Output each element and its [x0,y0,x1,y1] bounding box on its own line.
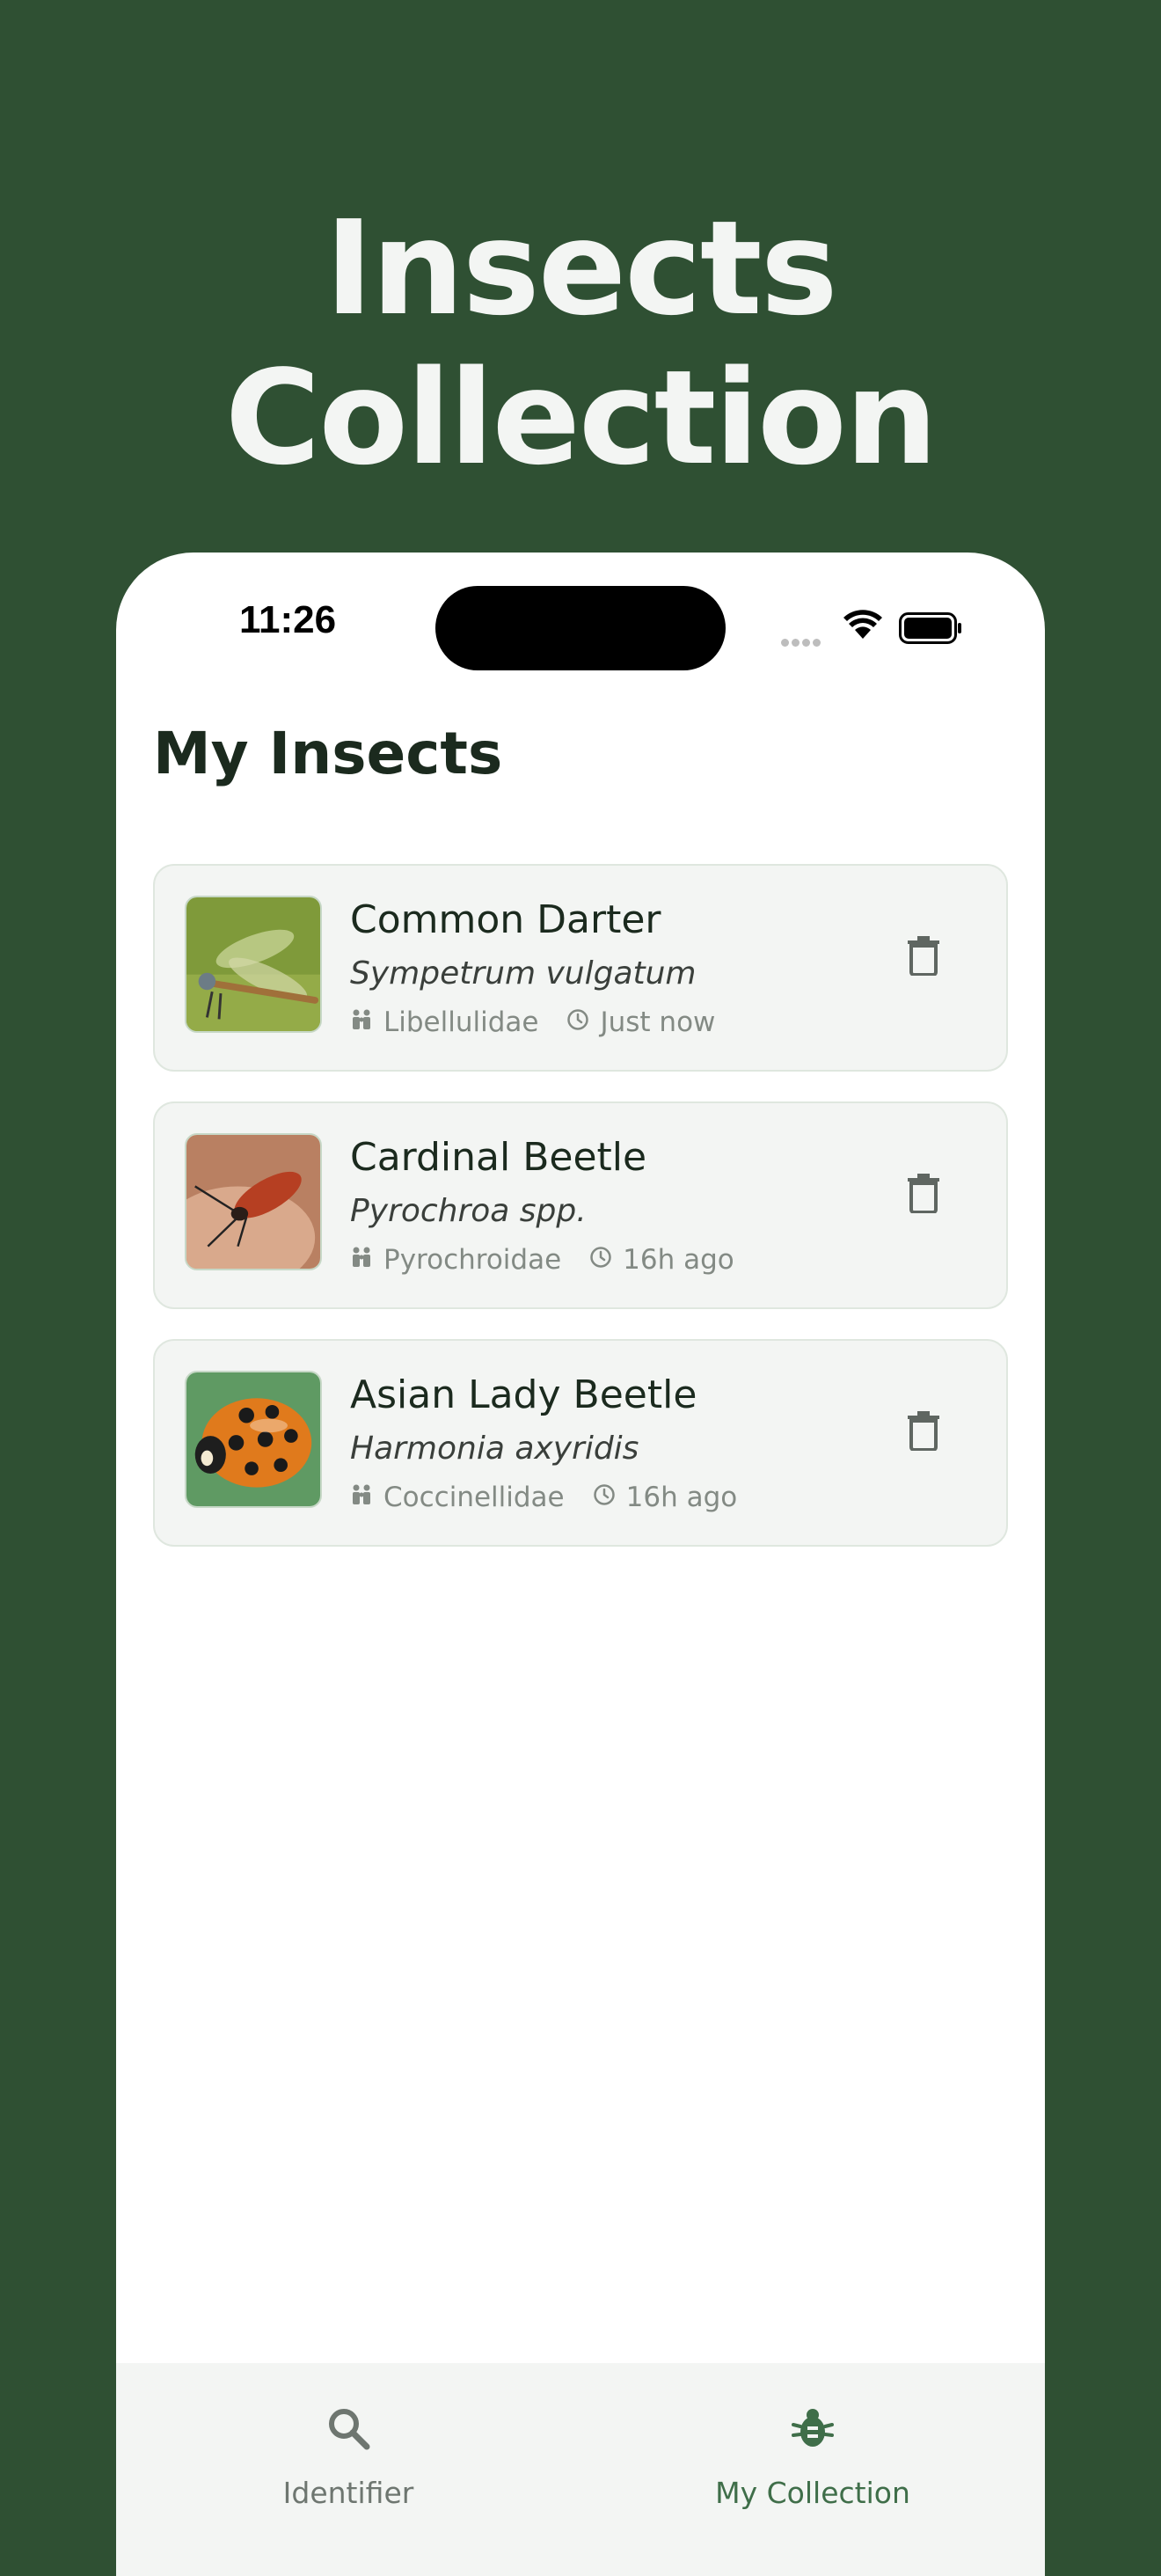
search-icon [325,2405,371,2455]
promo-title: Insects Collection [224,193,938,494]
insect-scientific-name: Harmonia axyridis [350,1431,639,1467]
insect-time: Just now [600,1006,716,1038]
insect-name: Asian Lady Beetle [350,1372,697,1417]
delete-button[interactable] [892,1161,955,1225]
tab-label: My Collection [715,2476,910,2510]
bug-icon [790,2405,836,2455]
family-icon [350,1006,373,1038]
insect-family: Libellulidae [383,1006,539,1038]
insect-family: Pyrochroidae [383,1244,562,1276]
clock-icon [566,1006,589,1038]
insect-scientific-name: Pyrochroa spp. [350,1193,587,1229]
insect-card[interactable]: Asian Lady Beetle Harmonia axyridis Cocc… [153,1339,1008,1547]
phone-frame: 11:26 My Insects Common Darter Sympetrum… [116,553,1045,2576]
page-title: My Insects [153,720,503,787]
insect-meta: Libellulidae Just now [350,1006,715,1038]
delete-button[interactable] [892,1399,955,1462]
family-icon [350,1482,373,1513]
clock-icon [589,1244,612,1276]
signal-icon [781,633,823,650]
insect-list: Common Darter Sympetrum vulgatum Libellu… [153,864,1008,1577]
delete-button[interactable] [892,924,955,987]
insect-meta: Coccinellidae 16h ago [350,1482,737,1513]
trash-icon [908,1411,939,1451]
tab-bar: Identifier My Collection [116,2363,1045,2576]
insect-time: 16h ago [623,1244,734,1276]
insect-card[interactable]: Cardinal Beetle Pyrochroa spp. Pyrochroi… [153,1101,1008,1309]
tab-label: Identifier [282,2476,414,2510]
tab-identifier[interactable]: Identifier [116,2363,580,2521]
insect-family: Coccinellidae [383,1482,565,1513]
trash-icon [908,936,939,976]
clock-icon [593,1482,616,1513]
insect-thumbnail [185,896,322,1033]
insect-meta: Pyrochroidae 16h ago [350,1244,734,1276]
insect-thumbnail [185,1371,322,1508]
insect-time: 16h ago [625,1482,738,1513]
status-time: 11:26 [239,598,337,641]
insect-thumbnail [185,1133,322,1270]
status-bar: 11:26 [116,553,1045,670]
insect-card[interactable]: Common Darter Sympetrum vulgatum Libellu… [153,864,1008,1072]
battery-icon [899,612,962,648]
insect-name: Common Darter [350,897,661,942]
insect-name: Cardinal Beetle [350,1135,647,1180]
dynamic-island [435,586,726,670]
tab-my-collection[interactable]: My Collection [580,2363,1045,2521]
wifi-icon [843,609,883,644]
insect-scientific-name: Sympetrum vulgatum [350,955,697,992]
family-icon [350,1244,373,1276]
trash-icon [908,1174,939,1213]
